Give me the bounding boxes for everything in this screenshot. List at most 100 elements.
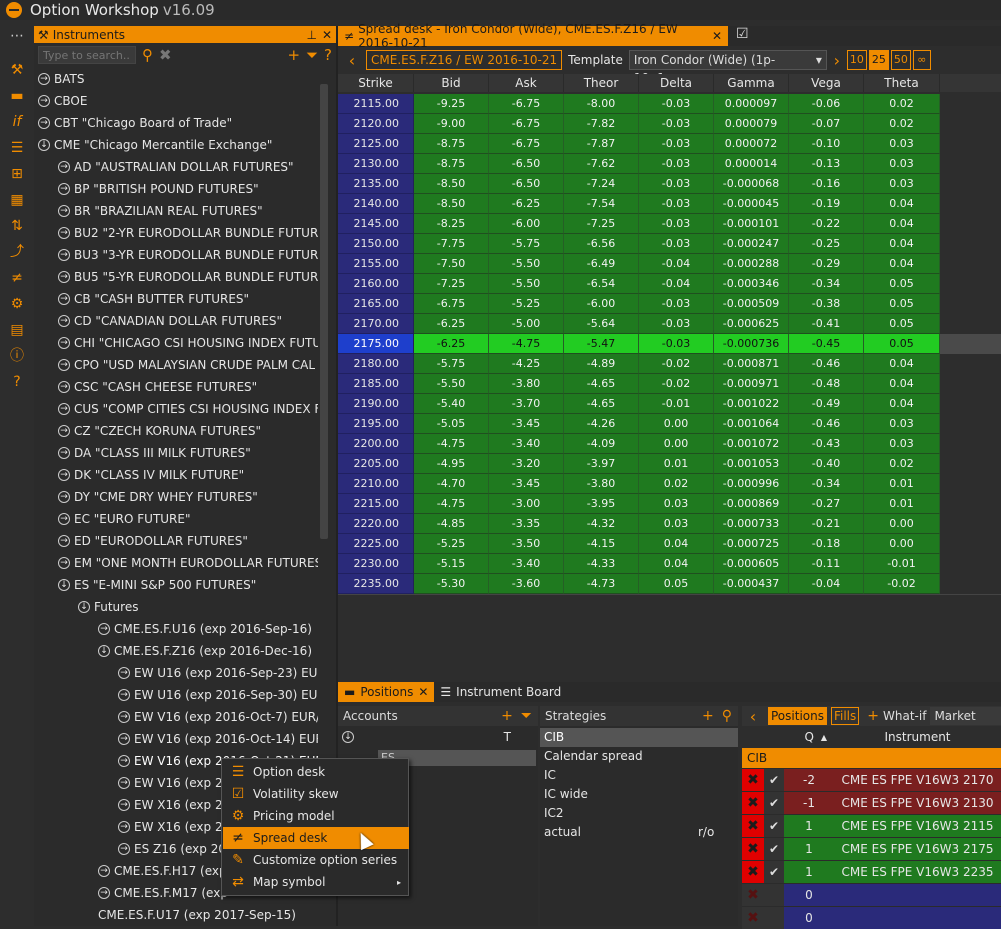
strike-cell[interactable]: 2140.00 [338,194,414,214]
tree-item[interactable]: → EW V16 (exp 2016-Oct-14) EUR/MA [118,728,318,750]
grid-cell[interactable]: -3.00 [489,494,564,514]
grid-cell[interactable]: -0.03 [639,94,714,114]
tree-item[interactable]: → ED "EURODOLLAR FUTURES" [58,530,248,552]
grid-cell[interactable]: -4.15 [564,534,639,554]
if-icon[interactable]: if [9,114,25,130]
grid-cell[interactable]: 0.02 [864,454,940,474]
grid-cell[interactable]: 0.04 [639,554,714,574]
expand-icon[interactable]: → [58,512,70,525]
grid-cell[interactable]: -0.03 [639,214,714,234]
strike-cell[interactable]: 2180.00 [338,354,414,374]
delete-icon[interactable]: ✖ [742,792,764,814]
grid-cell[interactable]: 0.03 [864,154,940,174]
grid-cell[interactable]: 0.05 [864,274,940,294]
grid-cell[interactable]: -0.34 [789,274,864,294]
strike-cell[interactable]: 2210.00 [338,474,414,494]
grid-cell[interactable]: 0.02 [864,94,940,114]
grid-cell[interactable]: -0.000869 [714,494,789,514]
grid-cell[interactable]: 0.03 [864,134,940,154]
grid-cell[interactable]: -5.00 [489,314,564,334]
strategy-item[interactable]: Calendar spread [540,747,738,766]
grid-cell[interactable]: 0.04 [864,354,940,374]
grid-cell[interactable]: -4.75 [489,334,564,354]
context-menu-item[interactable]: ✎ Customize option series [223,849,409,871]
grid-cell[interactable]: -6.49 [564,254,639,274]
column-header[interactable]: Bid [414,74,489,92]
tree-item[interactable]: → BU3 "3-YR EURODOLLAR BUNDLE FUTURE" [58,244,318,266]
strike-cell[interactable]: 2125.00 [338,134,414,154]
grid-cell[interactable]: -0.03 [639,194,714,214]
expand-icon[interactable]: → [58,292,70,305]
grid-cell[interactable]: -0.11 [789,554,864,574]
grid-cell[interactable]: 0.04 [639,534,714,554]
grid-cell[interactable]: -0.000605 [714,554,789,574]
back-arrow-icon[interactable]: ‹ [342,51,362,70]
grid-row[interactable]: 2155.00 -7.50 -5.50 -6.49 -0.04 -0.000288 -0.2… [338,254,1001,274]
grid-cell[interactable]: -8.25 [414,214,489,234]
grid-cell[interactable]: -7.24 [564,174,639,194]
grid-cell[interactable]: -0.49 [789,394,864,414]
expand-icon[interactable]: → [118,732,130,745]
grid-cell[interactable]: -5.50 [414,374,489,394]
qty-button[interactable]: 10 [846,50,867,70]
tree-item[interactable]: → CME.ES.F.H17 (exp [98,860,227,882]
strategy-item[interactable]: IC [540,766,738,785]
cart-icon[interactable]: ⊞ [9,166,25,182]
grid-cell[interactable]: -4.75 [414,494,489,514]
grid-cell[interactable]: -6.50 [489,174,564,194]
position-row[interactable]: ✖ ✔ 1 CME ES FPE V16W3 2235 [742,861,1001,883]
expand-icon[interactable]: → [38,72,50,85]
grid-cell[interactable]: -3.40 [489,554,564,574]
grid-cell[interactable]: -6.75 [489,134,564,154]
grid-cell[interactable]: -6.25 [414,334,489,354]
strike-cell[interactable]: 2235.00 [338,574,414,594]
briefcase-icon[interactable]: ▬ [9,88,25,104]
grid-cell[interactable]: -7.25 [564,214,639,234]
tree-item[interactable]: ↓ CME "Chicago Mercantile Exchange" [38,134,272,156]
tree-scrollbar[interactable] [320,84,328,539]
expand-icon[interactable]: → [58,380,70,393]
grid-cell[interactable]: -0.46 [789,414,864,434]
grid-cell[interactable]: 0.05 [864,294,940,314]
grid-cell[interactable]: -0.000045 [714,194,789,214]
tree-item[interactable]: → EW U16 (exp 2016-Sep-23) EUR/MA [118,662,318,684]
grid-cell[interactable]: 0.03 [639,494,714,514]
strategy-item[interactable]: IC wide [540,785,738,804]
grid-cell[interactable]: -6.75 [489,114,564,134]
grid-cell[interactable]: -0.45 [789,334,864,354]
position-qty[interactable]: 1 [784,815,834,837]
position-row[interactable]: ✖ ✔ 1 CME ES FPE V16W3 2175 [742,838,1001,860]
col-instrument[interactable]: Instrument [834,730,1001,744]
grid-cell[interactable]: -3.95 [564,494,639,514]
tree-item[interactable]: → BU2 "2-YR EURODOLLAR BUNDLE FUTURE" [58,222,318,244]
tree-item[interactable]: → EM "ONE MONTH EURODOLLAR FUTURES" [58,552,318,574]
tree-item[interactable]: → BATS [38,68,84,90]
grid-cell[interactable]: -0.46 [789,354,864,374]
grid-cell[interactable]: -3.80 [564,474,639,494]
link-icon[interactable]: ⚲ [722,708,732,724]
grid-cell[interactable]: -3.80 [489,374,564,394]
grid-row[interactable]: 2220.00 -4.85 -3.35 -4.32 0.03 -0.000733 -0.21… [338,514,1001,534]
grid-cell[interactable]: -4.65 [564,374,639,394]
tree-item[interactable]: → EW V16 (exp 2016-Oct-7) EUR/MA [118,706,318,728]
expand-icon[interactable]: → [38,116,50,129]
grid-row[interactable]: 2200.00 -4.75 -3.40 -4.09 0.00 -0.001072 -0.43… [338,434,1001,454]
position-row[interactable]: ✖ 0 [742,884,1001,906]
tree-item[interactable]: → CBOE [38,90,87,112]
grid-cell[interactable]: -5.30 [414,574,489,594]
qty-button[interactable]: ∞ [912,50,931,70]
tab-fills[interactable]: Fills [830,707,860,725]
column-header[interactable]: Vega [789,74,864,92]
grid-cell[interactable]: -3.45 [489,414,564,434]
tab-positions[interactable]: ▬ Positions ✕ [338,682,435,702]
col-q[interactable]: Q [784,730,814,744]
grid-cell[interactable]: 0.04 [864,234,940,254]
delete-icon[interactable]: ✖ [742,815,764,837]
grid-cell[interactable]: -6.00 [564,294,639,314]
instrument-button[interactable]: CME.ES.F.Z16 / EW 2016-10-21 [366,50,563,70]
tab-spread-desk[interactable]: ≠ Spread desk - Iron Condor (Wide), CME.… [338,22,728,50]
tree-item[interactable]: → CZ "CZECH KORUNA FUTURES" [58,420,261,442]
grid-cell[interactable]: -5.75 [489,234,564,254]
grid-cell[interactable]: 0.05 [864,334,940,354]
strategy-item[interactable]: CIB [540,728,738,747]
